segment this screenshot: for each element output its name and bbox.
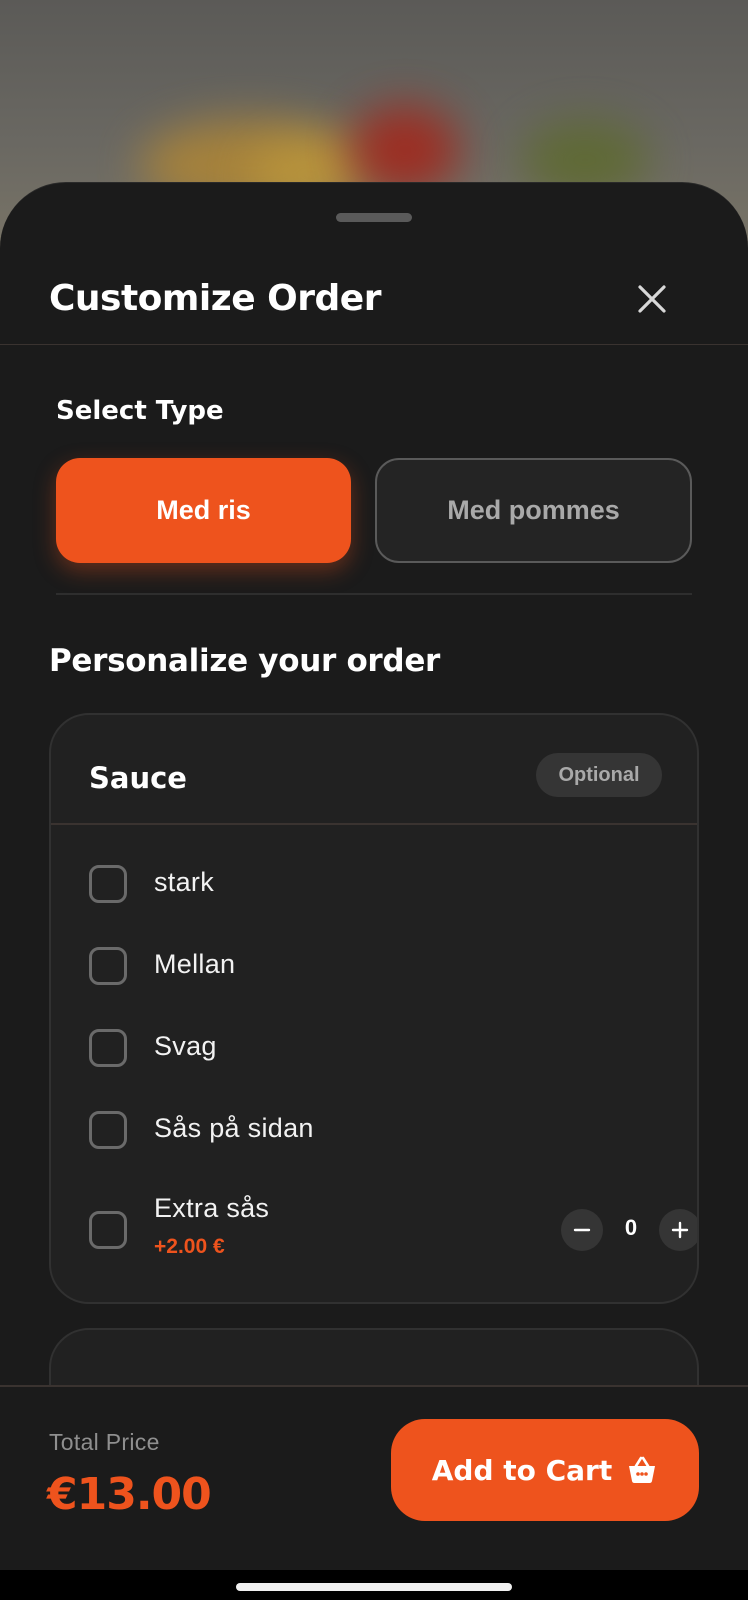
sauce-option-mellan[interactable]: Mellan	[89, 947, 669, 1003]
order-footer: Total Price €13.00 Add to Cart	[0, 1385, 748, 1570]
option-label: Svag	[154, 1031, 217, 1061]
decrement-button[interactable]	[561, 1209, 603, 1251]
checkbox[interactable]	[89, 1029, 127, 1067]
increment-button[interactable]	[659, 1209, 697, 1251]
option-label: Extra sås	[154, 1193, 270, 1223]
option-label: Sås på sidan	[154, 1113, 314, 1143]
home-indicator[interactable]	[236, 1583, 512, 1591]
close-icon	[638, 285, 666, 313]
checkbox[interactable]	[89, 947, 127, 985]
type-option-med-pommes[interactable]: Med pommes	[375, 458, 692, 563]
option-price: +2.00 €	[154, 1235, 225, 1258]
add-to-cart-label: Add to Cart	[431, 1453, 613, 1487]
option-label: Mellan	[154, 949, 236, 979]
close-button[interactable]	[630, 277, 674, 321]
sheet-drag-handle[interactable]	[336, 213, 412, 222]
option-label: stark	[154, 867, 215, 897]
sheet-title: Customize Order	[49, 278, 381, 319]
sauce-option-sas-pa-sidan[interactable]: Sås på sidan	[89, 1111, 669, 1167]
optional-badge: Optional	[536, 753, 662, 797]
card-divider	[51, 823, 697, 825]
customize-order-sheet: Customize Order Select Type Med ris Med …	[0, 182, 748, 1570]
checkbox[interactable]	[89, 1111, 127, 1149]
quantity-value: 0	[624, 1215, 638, 1240]
add-to-cart-button[interactable]: Add to Cart	[391, 1419, 699, 1521]
header-divider	[0, 344, 748, 345]
basket-icon	[629, 1456, 656, 1483]
sauce-option-stark[interactable]: stark	[89, 865, 669, 921]
personalize-heading: Personalize your order	[49, 643, 441, 679]
checkbox[interactable]	[89, 1211, 127, 1249]
type-option-med-ris[interactable]: Med ris	[56, 458, 351, 563]
quantity-stepper: 0	[561, 1209, 697, 1251]
total-price-value: €13.00	[47, 1469, 212, 1520]
sauce-options-card: Sauce Optional stark Mellan Svag Sås på …	[49, 713, 699, 1304]
plus-icon	[671, 1221, 689, 1239]
sauce-option-extra-sas[interactable]: Extra sås +2.00 € 0	[89, 1193, 697, 1281]
total-price-label: Total Price	[49, 1429, 160, 1455]
minus-icon	[573, 1228, 591, 1232]
select-type-label: Select Type	[56, 396, 224, 426]
sauce-option-svag[interactable]: Svag	[89, 1029, 669, 1085]
section-divider	[56, 593, 692, 595]
checkbox[interactable]	[89, 865, 127, 903]
sauce-group-title: Sauce	[89, 761, 187, 795]
